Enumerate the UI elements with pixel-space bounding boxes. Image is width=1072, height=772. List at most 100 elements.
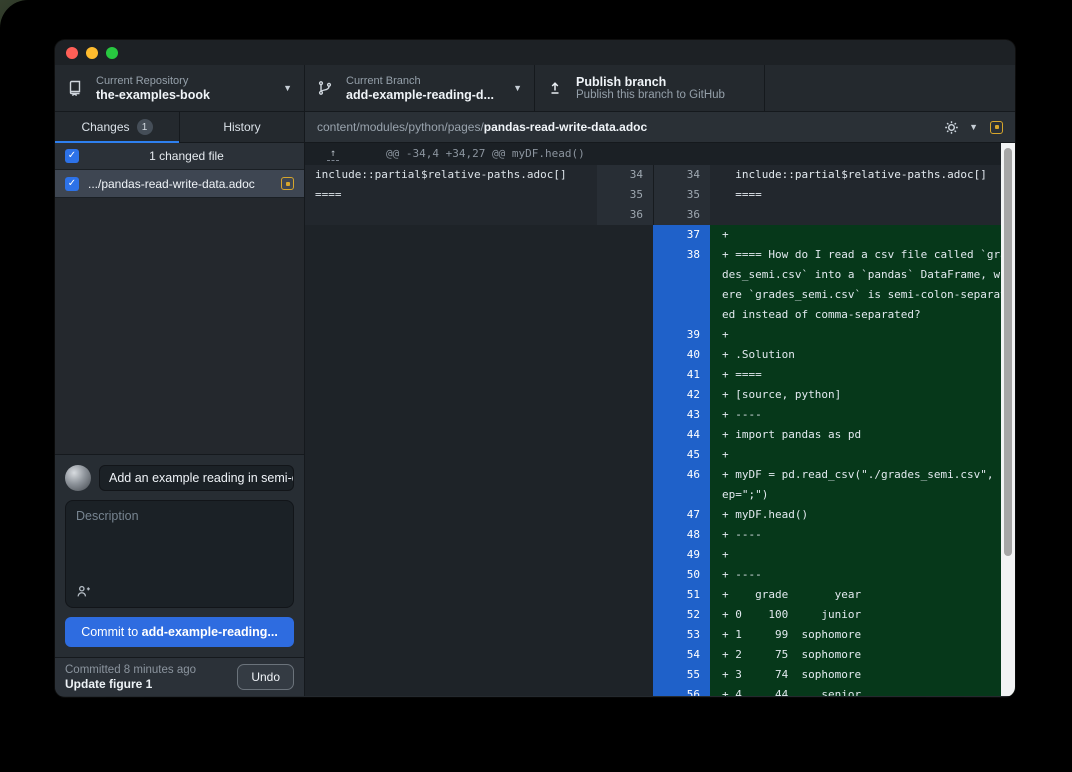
branch-icon (317, 80, 333, 96)
changes-history-tabs: Changes 1 History (55, 112, 304, 143)
diff-row[interactable]: 55+ 3 74 sophomore (305, 665, 1015, 685)
current-branch-button[interactable]: Current Branch add-example-reading-d... … (305, 65, 535, 111)
diff-new-line-number: 55 (653, 665, 710, 685)
diff-new-line-number: 48 (653, 525, 710, 545)
current-repository-button[interactable]: Current Repository the-examples-book ▼ (55, 65, 305, 111)
close-window-button[interactable] (66, 47, 78, 59)
diff-row[interactable]: 47+ myDF.head() (305, 505, 1015, 525)
diff-new-text: + (710, 325, 1015, 345)
tab-label: History (223, 120, 260, 134)
diff-old-line-number: 35 (597, 185, 653, 205)
diff-row[interactable]: 45+ (305, 445, 1015, 465)
diff-old-text (305, 225, 597, 245)
diff-old-text (305, 525, 597, 545)
github-desktop-window: Current Repository the-examples-book ▼ C… (55, 40, 1015, 697)
changed-files-count: 1 changed file (79, 149, 294, 163)
diff-new-text: + ==== How do I read a csv file called `… (710, 245, 1015, 325)
diff-row[interactable]: 52+ 0 100 junior (305, 605, 1015, 625)
diff-row[interactable]: 42+ [source, python] (305, 385, 1015, 405)
undo-button[interactable]: Undo (237, 664, 294, 690)
diff-row[interactable]: 49+ (305, 545, 1015, 565)
diff-new-text: + import pandas as pd (710, 425, 1015, 445)
diff-new-line-number: 45 (653, 445, 710, 465)
diff-old-text (305, 545, 597, 565)
committed-notification-bar: Committed 8 minutes ago Update figure 1 … (55, 657, 304, 696)
diff-old-text: include::partial$relative-paths.adoc[] (305, 165, 597, 185)
desktop: Current Repository the-examples-book ▼ C… (0, 0, 1072, 772)
diff-row[interactable]: 44+ import pandas as pd (305, 425, 1015, 445)
commit-summary-input[interactable]: Add an example reading in semi-c (99, 465, 294, 491)
committed-message: Update figure 1 (65, 677, 229, 691)
commit-button[interactable]: Commit to add-example-reading... (65, 617, 294, 647)
diff-row[interactable]: 40+ .Solution (305, 345, 1015, 365)
diff-old-text (305, 425, 597, 445)
diff-old-line-number (597, 565, 653, 585)
diff-row[interactable]: 41+ ==== (305, 365, 1015, 385)
diff-new-line-number: 40 (653, 345, 710, 365)
diff-row[interactable]: 37+ (305, 225, 1015, 245)
diff-new-text: + myDF.head() (710, 505, 1015, 525)
commit-description-input[interactable]: Description (65, 500, 294, 608)
select-all-checkbox[interactable]: ✓ (65, 149, 79, 163)
diff-old-line-number (597, 465, 653, 505)
diff-row[interactable]: include::partial$relative-paths.adoc[]34… (305, 165, 1015, 185)
diff-scrollbar-thumb[interactable] (1004, 148, 1012, 556)
diff-row[interactable]: 39+ (305, 325, 1015, 345)
diff-old-line-number (597, 225, 653, 245)
diff-new-line-number: 46 (653, 465, 710, 505)
tab-history[interactable]: History (179, 112, 304, 142)
diff-row[interactable]: 53+ 1 99 sophomore (305, 625, 1015, 645)
diff-new-line-number: 41 (653, 365, 710, 385)
diff-scrollbar[interactable] (1001, 143, 1015, 696)
diff-old-line-number: 36 (597, 205, 653, 225)
diff-row[interactable]: 46+ myDF = pd.read_csv("./grades_semi.cs… (305, 465, 1015, 505)
window-titlebar[interactable] (55, 40, 1015, 65)
diff-options-button[interactable]: ▼ (944, 120, 978, 135)
diff-row[interactable]: 56+ 4 44 senior (305, 685, 1015, 696)
chevron-down-icon: ▼ (283, 83, 292, 93)
diff-old-text (305, 685, 597, 696)
diff-row[interactable]: 43+ ---- (305, 405, 1015, 425)
diff-old-line-number (597, 325, 653, 345)
zoom-window-button[interactable] (106, 47, 118, 59)
file-name: .../pandas-read-write-data.adoc (88, 177, 272, 191)
minimize-window-button[interactable] (86, 47, 98, 59)
diff-old-line-number (597, 585, 653, 605)
tab-label: Changes (81, 120, 129, 134)
changed-file-row[interactable]: ✓ .../pandas-read-write-data.adoc (55, 170, 304, 198)
diff-panel: content/modules/python/pages/pandas-read… (305, 112, 1015, 696)
diff-row[interactable]: 48+ ---- (305, 525, 1015, 545)
diff-old-text (305, 245, 597, 325)
commit-form: Add an example reading in semi-c Descrip… (55, 454, 304, 657)
diff-row[interactable]: ====3535 ==== (305, 185, 1015, 205)
diff-new-line-number: 38 (653, 245, 710, 325)
diff-row[interactable]: 54+ 2 75 sophomore (305, 645, 1015, 665)
diff-row[interactable]: 51+ grade year (305, 585, 1015, 605)
repo-name: the-examples-book (96, 88, 277, 102)
add-coauthor-icon[interactable] (76, 584, 91, 599)
diff-new-line-number: 51 (653, 585, 710, 605)
file-path-header: content/modules/python/pages/pandas-read… (305, 112, 1015, 143)
tab-changes[interactable]: Changes 1 (55, 112, 179, 142)
repo-label: Current Repository (96, 75, 277, 87)
file-checkbox[interactable]: ✓ (65, 177, 79, 191)
branch-name: add-example-reading-d... (346, 88, 507, 102)
publish-branch-button[interactable]: Publish branch Publish this branch to Gi… (535, 65, 765, 111)
diff-old-text (305, 405, 597, 425)
diff-new-text: include::partial$relative-paths.adoc[] (710, 165, 1015, 185)
diff-old-text (305, 645, 597, 665)
diff-old-line-number (597, 645, 653, 665)
sidebar: Changes 1 History ✓ 1 changed file ✓ .../pa… (55, 112, 305, 696)
diff-row[interactable]: 3636 (305, 205, 1015, 225)
file-list-empty-area (55, 198, 304, 454)
diff-old-line-number: 34 (597, 165, 653, 185)
diff-row[interactable]: 50+ ---- (305, 565, 1015, 585)
diff-old-line-number (597, 505, 653, 525)
expand-hunk-icon[interactable]: ↑ (327, 148, 339, 161)
diff-old-line-number (597, 445, 653, 465)
diff-old-line-number (597, 625, 653, 645)
changes-count-badge: 1 (137, 119, 153, 135)
repo-icon (67, 80, 83, 96)
diff-row[interactable]: 38+ ==== How do I read a csv file called… (305, 245, 1015, 325)
diff-new-text: + (710, 225, 1015, 245)
